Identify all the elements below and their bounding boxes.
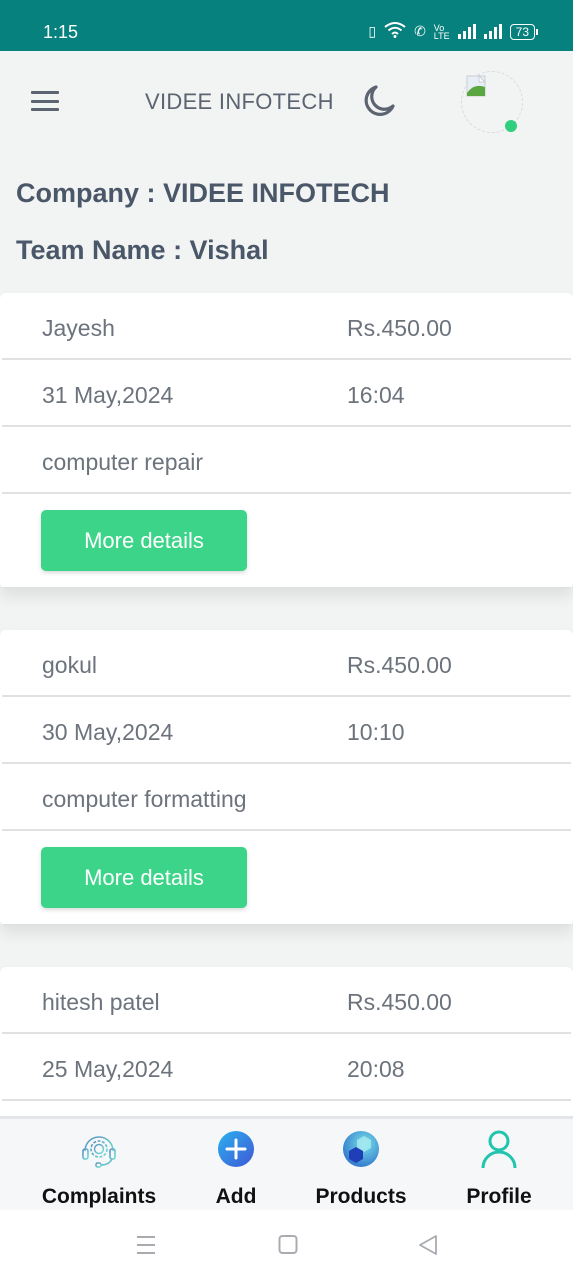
description: computer repair <box>42 449 204 475</box>
system-nav-bar <box>0 1210 573 1280</box>
card-row-name: Jayesh Rs.450.00 <box>2 293 571 360</box>
cubes-icon <box>343 1131 379 1167</box>
card-row-description: computer formatting <box>2 764 571 831</box>
customer-name: hitesh patel <box>42 989 160 1015</box>
headset-support-icon <box>82 1136 116 1168</box>
time: 20:08 <box>347 1056 405 1082</box>
card-row-description: computer repair <box>2 427 571 494</box>
signal-icon <box>483 24 502 39</box>
card-row-actions: More details <box>2 831 571 926</box>
nav-complaints[interactable]: Complaints <box>40 1129 158 1209</box>
card-row-name: hitesh patel Rs.450.00 <box>2 967 571 1034</box>
nav-products[interactable]: Products <box>311 1129 411 1209</box>
hamburger-menu-icon[interactable] <box>31 91 59 111</box>
date: 25 May,2024 <box>42 1056 174 1082</box>
complaint-list: Jayesh Rs.450.00 31 May,2024 16:04 compu… <box>0 293 573 1209</box>
nav-label: Add <box>215 1185 257 1208</box>
more-details-button[interactable]: More details <box>41 510 247 571</box>
home-icon[interactable] <box>278 1234 298 1256</box>
wifi-calling-icon: ✆ <box>414 23 426 39</box>
moon-icon[interactable] <box>360 82 398 120</box>
app-title: VIDEE INFOTECH <box>145 89 334 114</box>
amount: Rs.450.00 <box>347 652 452 678</box>
description: computer formatting <box>42 786 247 812</box>
online-status-dot <box>505 120 517 132</box>
card-row-datetime: 30 May,2024 10:10 <box>2 697 571 764</box>
back-icon[interactable] <box>418 1234 438 1256</box>
card-row-datetime: 25 May,2024 20:08 <box>2 1034 571 1101</box>
amount: Rs.450.00 <box>347 315 452 341</box>
time: 16:04 <box>347 382 405 408</box>
amount: Rs.450.00 <box>347 989 452 1015</box>
status-bar: 1:15 ▯ ✆ Vo LTE 73 <box>0 0 573 51</box>
nav-add[interactable]: Add <box>196 1129 276 1209</box>
company-heading: Company : VIDEE INFOTECH <box>16 178 390 208</box>
battery-icon: 73 <box>509 23 539 40</box>
date: 30 May,2024 <box>42 719 174 745</box>
broken-image-icon <box>466 75 487 97</box>
nav-profile[interactable]: Profile <box>457 1129 541 1209</box>
avatar[interactable] <box>461 71 523 133</box>
status-icons: ▯ ✆ Vo LTE 73 <box>368 22 539 41</box>
bottom-nav: Complaints Add Products Profile <box>0 1116 573 1210</box>
plus-circle-icon <box>218 1131 254 1167</box>
card-row-name: gokul Rs.450.00 <box>2 630 571 697</box>
customer-name: gokul <box>42 652 97 678</box>
card-row-actions: More details <box>2 494 571 589</box>
wifi-icon <box>384 22 406 41</box>
recents-icon[interactable] <box>136 1234 156 1256</box>
user-icon <box>481 1130 517 1169</box>
signal-icon <box>457 24 476 39</box>
volte-icon: Vo LTE <box>433 22 450 41</box>
more-details-button[interactable]: More details <box>41 847 247 908</box>
date: 31 May,2024 <box>42 382 174 408</box>
team-heading: Team Name : Vishal <box>16 235 269 265</box>
app-bar: VIDEE INFOTECH <box>0 51 573 151</box>
vibrate-icon: ▯ <box>368 23 377 39</box>
customer-name: Jayesh <box>42 315 115 341</box>
nav-label: Complaints <box>41 1185 157 1208</box>
card-row-datetime: 31 May,2024 16:04 <box>2 360 571 427</box>
nav-label: Products <box>315 1185 407 1208</box>
nav-label: Profile <box>466 1185 532 1208</box>
complaint-card: Jayesh Rs.450.00 31 May,2024 16:04 compu… <box>0 293 573 589</box>
status-time: 1:15 <box>43 22 79 42</box>
time: 10:10 <box>347 719 405 745</box>
complaint-card: gokul Rs.450.00 30 May,2024 10:10 comput… <box>0 630 573 926</box>
